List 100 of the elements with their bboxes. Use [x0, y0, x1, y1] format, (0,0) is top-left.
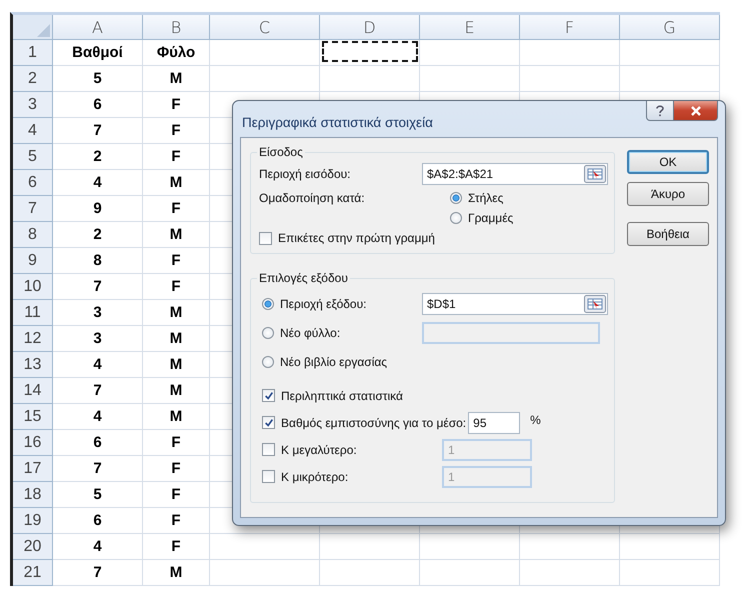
table-cell: 4	[53, 534, 143, 560]
table-cell: M	[143, 560, 210, 586]
radio-label: Γραμμές	[468, 211, 514, 225]
row-header[interactable]: 9	[13, 248, 53, 274]
row-header[interactable]: 14	[13, 378, 53, 404]
table-cell: 2	[53, 144, 143, 170]
close-button[interactable]	[674, 101, 718, 121]
table-cell: 9	[53, 196, 143, 222]
checkbox-label: Περιληπτικά στατιστικά	[281, 388, 403, 402]
column-header[interactable]: G	[620, 15, 720, 40]
table-cell: M	[143, 378, 210, 404]
checkbox-label: Κ μικρότερο:	[281, 470, 348, 484]
row-header[interactable]: 8	[13, 222, 53, 248]
checkbox-label: Βαθμός εμπιστοσύνης για το μέσο:	[281, 416, 466, 430]
field-label: Περιοχή εισόδου:	[259, 167, 351, 181]
table-cell: 5	[53, 66, 143, 92]
table-cell: 6	[53, 430, 143, 456]
table-cell: M	[143, 300, 210, 326]
table-cell: F	[143, 92, 210, 118]
row-header[interactable]: 16	[13, 430, 53, 456]
radio-label: Περιοχή εξόδου:	[280, 296, 366, 310]
close-icon	[690, 106, 702, 116]
checkbox-label: Επικέτες στην πρώτη γραμμή	[278, 231, 435, 245]
table-cell: 7	[53, 118, 143, 144]
column-header[interactable]: D	[320, 15, 420, 40]
row-header[interactable]: 20	[13, 534, 53, 560]
table-cell: 2	[53, 222, 143, 248]
range-picker-icon[interactable]	[584, 165, 606, 183]
row-header[interactable]: 7	[13, 196, 53, 222]
table-cell: 6	[53, 508, 143, 534]
table-cell: F	[143, 118, 210, 144]
group-title: Είσοδος	[257, 145, 305, 159]
checkbox[interactable]	[262, 416, 275, 429]
radio-label: Νέο βιβλίο εργασίας	[280, 354, 388, 368]
row-header[interactable]: 17	[13, 456, 53, 482]
input-field[interactable]: 95	[468, 412, 520, 434]
row-header[interactable]: 12	[13, 326, 53, 352]
checkbox[interactable]	[259, 232, 272, 244]
row-header[interactable]: 4	[13, 118, 53, 144]
row-header[interactable]: 19	[13, 508, 53, 534]
row-header[interactable]: 21	[13, 560, 53, 586]
unit-label: %	[530, 412, 541, 426]
table-cell: 7	[53, 560, 143, 586]
table-cell: M	[143, 222, 210, 248]
checkbox-label: Κ μεγαλύτερο:	[281, 442, 357, 456]
table-cell: 3	[53, 300, 143, 326]
row-header[interactable]: 6	[13, 170, 53, 196]
dialog-button[interactable]: Άκυρο	[627, 182, 709, 206]
checkbox[interactable]	[262, 470, 275, 483]
table-cell: F	[143, 456, 210, 482]
table-cell: M	[143, 352, 210, 378]
range-picker-icon[interactable]	[584, 294, 606, 312]
table-cell: F	[143, 196, 210, 222]
dialog-button[interactable]: Βοήθεια	[627, 222, 709, 246]
row-header[interactable]: 13	[13, 352, 53, 378]
window-title: Περιγραφικά στατιστικά στοιχεία	[241, 114, 433, 130]
row-header[interactable]: 1	[13, 40, 53, 66]
row-header[interactable]: 5	[13, 144, 53, 170]
checkbox[interactable]	[262, 443, 275, 456]
row-header[interactable]: 11	[13, 300, 53, 326]
row-header[interactable]: 10	[13, 274, 53, 300]
table-cell: 4	[53, 170, 143, 196]
radio-button[interactable]	[450, 192, 462, 204]
table-cell: F	[143, 482, 210, 508]
row-header[interactable]: 18	[13, 482, 53, 508]
input-field[interactable]: $A$2:$A$21	[422, 163, 608, 185]
row-header[interactable]: 2	[13, 66, 53, 92]
table-cell: 5	[53, 482, 143, 508]
radio-button[interactable]	[262, 326, 274, 338]
help-icon	[655, 104, 665, 116]
table-cell: 7	[53, 456, 143, 482]
dialog-button[interactable]: OK	[627, 150, 709, 174]
row-header[interactable]: 15	[13, 404, 53, 430]
table-cell: M	[143, 170, 210, 196]
column-header[interactable]: C	[210, 15, 320, 40]
column-header[interactable]: E	[420, 15, 520, 40]
radio-button[interactable]	[262, 356, 274, 368]
column-header[interactable]: A	[53, 15, 143, 40]
table-cell: F	[143, 508, 210, 534]
radio-label: Νέο φύλλο:	[280, 326, 340, 340]
table-cell: F	[143, 430, 210, 456]
table-cell: 4	[53, 352, 143, 378]
table-cell: Φύλο	[143, 40, 210, 66]
group-title: Επιλογές εξόδου	[257, 271, 350, 285]
row-header[interactable]: 3	[13, 92, 53, 118]
radio-button[interactable]	[262, 298, 274, 310]
table-cell: F	[143, 274, 210, 300]
checkbox[interactable]	[262, 389, 275, 402]
input-field[interactable]: $D$1	[422, 292, 608, 314]
table-cell: Βαθμοί	[53, 40, 143, 66]
table-cell: 8	[53, 248, 143, 274]
table-cell: F	[143, 144, 210, 170]
help-button[interactable]	[646, 101, 674, 121]
table-cell: 6	[53, 92, 143, 118]
table-cell: F	[143, 248, 210, 274]
column-header[interactable]: F	[520, 15, 620, 40]
column-header[interactable]: B	[143, 15, 210, 40]
table-cell: M	[143, 326, 210, 352]
radio-button[interactable]	[450, 212, 462, 224]
field-label: Ομαδοποίηση κατά:	[259, 191, 365, 205]
